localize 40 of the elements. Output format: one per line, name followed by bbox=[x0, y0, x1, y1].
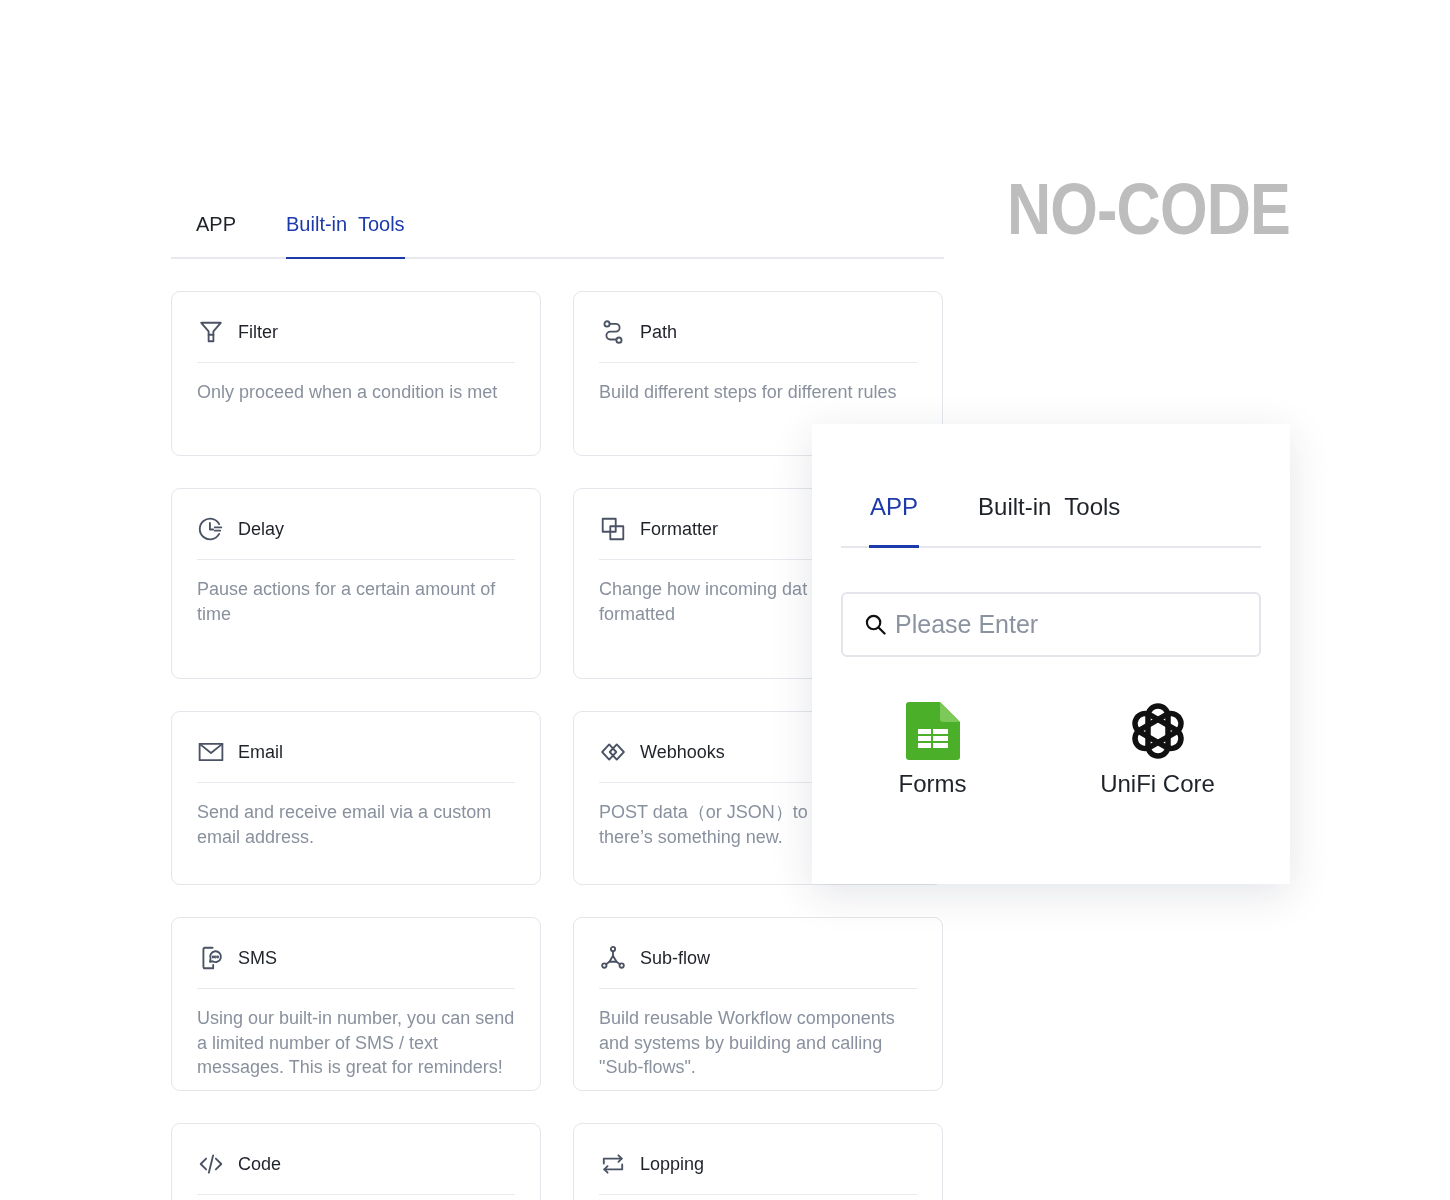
tab[interactable]: Built-in Tools bbox=[286, 200, 405, 259]
search-icon bbox=[865, 614, 886, 635]
overlapping-squares-icon bbox=[600, 516, 626, 542]
tool-title: SMS bbox=[238, 947, 277, 969]
tool-card[interactable]: Delay Pause actions for a certain amount of time bbox=[171, 488, 541, 679]
tool-title: Lopping bbox=[640, 1153, 705, 1175]
tool-title: Path bbox=[640, 321, 678, 343]
tool-title: Filter bbox=[238, 321, 278, 343]
tool-description: Send and receive email via a custom email address. bbox=[197, 801, 493, 849]
tab[interactable]: Built-in Tools bbox=[977, 493, 1122, 548]
tool-description: POST data（or JSON）to there’s something new. bbox=[599, 801, 808, 849]
clock-icon bbox=[198, 516, 224, 542]
tool-card[interactable]: Lopping bbox=[573, 1123, 943, 1200]
app-tile[interactable]: UniFi Core bbox=[1080, 702, 1235, 798]
repeat-icon bbox=[600, 1151, 626, 1177]
tool-card[interactable]: Path Build different steps for different rules bbox=[573, 291, 943, 456]
tool-title: Email bbox=[238, 741, 283, 763]
hero-title: NO-CODE bbox=[1006, 173, 1290, 245]
tab[interactable]: APP bbox=[196, 200, 237, 259]
tool-title: Sub-flow bbox=[640, 947, 711, 969]
node-tree-icon bbox=[600, 945, 626, 971]
tool-card[interactable]: Email Send and receive email via a custom email address. bbox=[171, 711, 541, 885]
search-field[interactable]: Please Enter bbox=[841, 592, 1261, 657]
funnel-icon bbox=[198, 319, 224, 345]
tool-card[interactable]: Filter Only proceed when a condition is met bbox=[171, 291, 541, 456]
tool-card[interactable]: Sub-flow Build reusable Workflow components and systems by building and calling "Sub-flows". bbox=[573, 917, 943, 1091]
tool-description: Only proceed when a condition is met bbox=[197, 381, 498, 404]
tool-description: Change how incoming dat formatted bbox=[599, 578, 808, 626]
tool-title: Code bbox=[238, 1153, 282, 1175]
tool-title: Delay bbox=[238, 518, 285, 540]
tool-description: Build different steps for different rules bbox=[599, 381, 897, 404]
tab[interactable]: APP bbox=[869, 493, 920, 548]
tool-description: Build reusable Workflow components and systems by building and calling "Sub-flows". bbox=[599, 1007, 896, 1079]
tool-description: Using our built-in number, you can send a limited number of SMS / text messages. This is great for reminders! bbox=[197, 1007, 515, 1079]
tool-title: Webhooks bbox=[640, 741, 725, 763]
tool-card[interactable]: SMS Using our built-in number, you can send a limited number of SMS / text messages. This is great for reminders! bbox=[171, 917, 541, 1091]
tool-description: Pause actions for a certain amount of time bbox=[197, 578, 497, 626]
spreadsheet-icon bbox=[905, 702, 960, 760]
tool-card[interactable]: Code bbox=[171, 1123, 541, 1200]
tool-title: Formatter bbox=[640, 518, 718, 540]
